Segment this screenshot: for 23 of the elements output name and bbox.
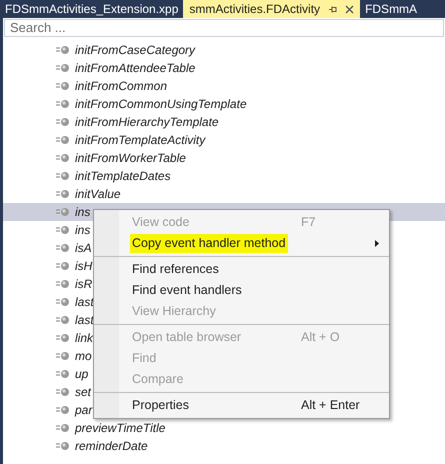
method-name: initValue <box>75 186 121 203</box>
method-name: previewTimeTitle <box>75 420 166 437</box>
method-name: up <box>75 366 88 383</box>
method-name: initFromTemplateActivity <box>75 132 206 149</box>
method-name: last <box>75 294 94 311</box>
method-name: set <box>75 384 92 401</box>
method-name: initFromWorkerTable <box>75 150 186 167</box>
method-name: reminderDate <box>75 438 148 455</box>
method-name: initTemplateDates <box>75 168 171 185</box>
method-name: mo <box>75 348 92 365</box>
method-name: link <box>75 330 94 347</box>
method-name: ins <box>75 204 90 221</box>
method-name: par <box>75 402 92 419</box>
method-name: last <box>75 312 94 329</box>
method-name: initFromCommonUsingTemplate <box>75 96 247 113</box>
method-name: ins <box>75 222 90 239</box>
method-name: initFromHierarchyTemplate <box>75 114 219 131</box>
method-name: initFromAttendeeTable <box>75 60 196 77</box>
method-name: isA <box>75 240 92 257</box>
method-name: isH <box>75 258 92 275</box>
method-name: initFromCommon <box>75 78 168 95</box>
method-name: initFromCaseCategory <box>75 42 196 59</box>
method-name: isR <box>75 276 92 293</box>
